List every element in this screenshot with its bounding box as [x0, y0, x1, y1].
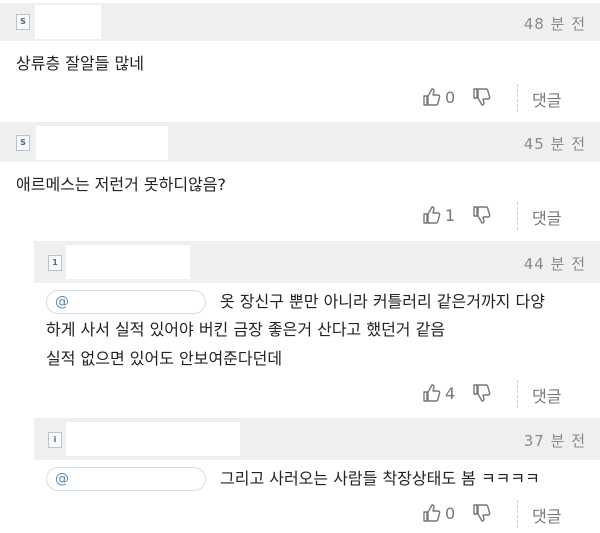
- username-redacted[interactable]: [66, 245, 190, 279]
- profile-icon: i: [48, 432, 62, 448]
- comment-actions: 4 댓글: [0, 380, 600, 408]
- thumbs-up-icon: [423, 504, 441, 522]
- mention-name-redacted: [73, 469, 197, 489]
- comment-text: 상류층 잘알들 많네: [16, 54, 144, 73]
- reply-label: 댓글: [532, 507, 562, 526]
- comment-time: 45 분 전: [523, 135, 586, 153]
- dislike-button[interactable]: [472, 87, 492, 107]
- comment-header: i 37 분 전: [34, 418, 600, 460]
- thumbs-up-icon: [423, 88, 441, 106]
- dislike-button[interactable]: [472, 383, 492, 403]
- reply-button[interactable]: 댓글: [532, 205, 561, 229]
- reply-button[interactable]: 댓글: [532, 503, 561, 527]
- mention-tag[interactable]: @: [46, 290, 206, 314]
- comment-time: 37 분 전: [523, 432, 586, 450]
- comment-actions: 1 댓글: [0, 202, 600, 230]
- reply-button[interactable]: 댓글: [532, 383, 561, 407]
- mention-name-redacted: [73, 292, 197, 312]
- reply-button[interactable]: 댓글: [532, 87, 561, 111]
- comment-header: S 48 분 전: [0, 3, 600, 41]
- divider: [517, 84, 518, 112]
- mention-tag[interactable]: @: [46, 467, 206, 491]
- divider: [517, 500, 518, 528]
- like-count: 0: [445, 503, 456, 523]
- like-count: 0: [445, 87, 456, 107]
- comment-header: 1 44 분 전: [34, 241, 600, 283]
- profile-icon: 1: [48, 255, 62, 271]
- comment-text-line-3: 실적 없으면 있어도 안보여준다던데: [46, 349, 283, 368]
- reply-label: 댓글: [532, 387, 562, 406]
- like-button[interactable]: 4: [422, 383, 455, 403]
- like-count: 4: [445, 383, 456, 403]
- thumbs-down-icon: [473, 206, 491, 224]
- like-button[interactable]: 0: [422, 503, 455, 523]
- profile-icon: S: [16, 135, 30, 151]
- thumbs-up-icon: [423, 206, 441, 224]
- dislike-button[interactable]: [472, 503, 492, 523]
- comment-actions: 0 댓글: [0, 84, 600, 112]
- thumbs-down-icon: [473, 384, 491, 402]
- comment-actions: 0 댓글: [0, 500, 600, 528]
- like-button[interactable]: 0: [422, 87, 455, 107]
- divider: [517, 202, 518, 230]
- comment-text-line-1: 옷 장신구 뿐만 아니라 커틀러리 같은거까지 다양: [220, 292, 545, 311]
- comment-time: 48 분 전: [523, 15, 586, 33]
- profile-icon: S: [16, 14, 30, 30]
- divider: [517, 380, 518, 408]
- like-count: 1: [445, 205, 456, 225]
- mention-symbol: @: [55, 471, 69, 487]
- comment-time: 44 분 전: [523, 255, 586, 273]
- username-redacted[interactable]: [66, 422, 240, 456]
- comment-header: S 45 분 전: [0, 122, 600, 162]
- username-redacted[interactable]: [35, 5, 101, 39]
- reply-label: 댓글: [532, 209, 562, 228]
- thumbs-up-icon: [423, 384, 441, 402]
- mention-symbol: @: [55, 294, 69, 310]
- username-redacted[interactable]: [36, 126, 168, 160]
- dislike-button[interactable]: [472, 205, 492, 225]
- comment-text: 애르메스는 저런거 못하디않음?: [16, 175, 227, 194]
- reply-label: 댓글: [532, 91, 562, 110]
- thumbs-down-icon: [473, 88, 491, 106]
- like-button[interactable]: 1: [422, 205, 455, 225]
- comment-text: 그리고 사러오는 사람들 착장상태도 봄 ㅋㅋㅋㅋ: [220, 469, 540, 488]
- comment-text-line-2: 하게 사서 실적 있어야 버킨 금장 좋은거 산다고 했던거 같음: [46, 320, 446, 339]
- thumbs-down-icon: [473, 504, 491, 522]
